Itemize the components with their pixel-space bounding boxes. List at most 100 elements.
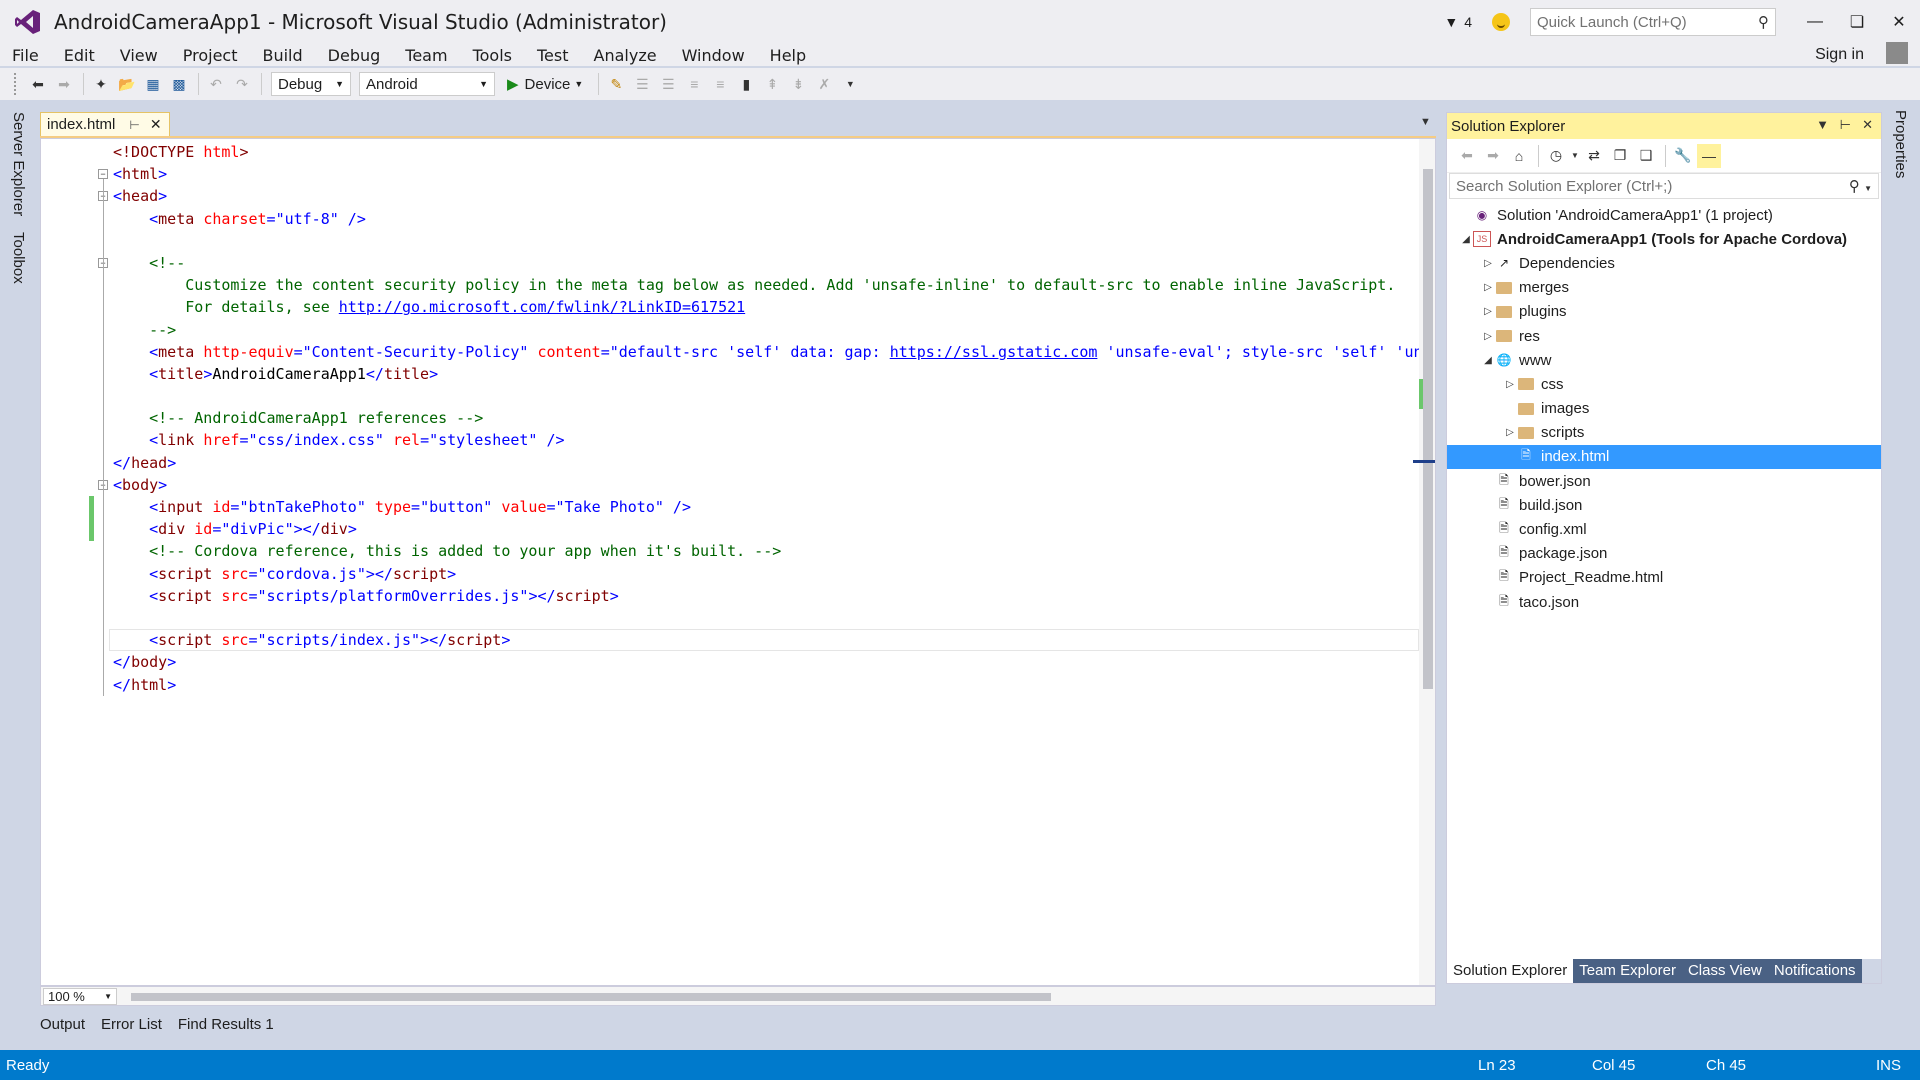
- code-line[interactable]: <!--: [113, 252, 1423, 274]
- collapsed-arrow-icon[interactable]: ▷: [1481, 331, 1495, 342]
- find-in-files-icon[interactable]: ✎: [604, 72, 628, 96]
- navigate-forward-icon[interactable]: ➡: [52, 72, 76, 96]
- close-tab-icon[interactable]: ✕: [150, 116, 162, 133]
- close-icon[interactable]: ✕: [1862, 117, 1873, 133]
- code-link[interactable]: https://ssl.gstatic.com: [890, 343, 1098, 361]
- save-icon[interactable]: ▦: [141, 72, 165, 96]
- code-line[interactable]: <script src="cordova.js"></script>: [113, 563, 1423, 585]
- expanded-arrow-icon[interactable]: ◢: [1459, 234, 1473, 245]
- code-text[interactable]: <!DOCTYPE html> <html> <head> <meta charse…: [113, 141, 1423, 696]
- tab-team-explorer[interactable]: Team Explorer: [1573, 959, 1682, 983]
- close-button[interactable]: ✕: [1878, 0, 1920, 44]
- code-line[interactable]: <div id="divPic"></div>: [113, 518, 1423, 540]
- code-line[interactable]: </html>: [113, 674, 1423, 696]
- previous-bookmark-icon[interactable]: ⇞: [760, 72, 784, 96]
- code-line[interactable]: <meta charset="utf-8" />: [113, 208, 1423, 230]
- code-line[interactable]: <script src="scripts/platformOverrides.j…: [113, 585, 1423, 607]
- tab-overflow-icon[interactable]: ▼: [1420, 116, 1431, 128]
- code-line[interactable]: <script src="scripts/index.js"></script>: [113, 629, 1423, 651]
- code-line[interactable]: <!-- Cordova reference, this is added to…: [113, 540, 1423, 562]
- expanded-arrow-icon[interactable]: ◢: [1481, 355, 1495, 366]
- code-line[interactable]: <link href="css/index.css" rel="styleshe…: [113, 429, 1423, 451]
- indent-icon[interactable]: ≡: [708, 72, 732, 96]
- properties-tab[interactable]: Properties: [1892, 110, 1909, 178]
- forward-icon[interactable]: ➡: [1481, 144, 1505, 168]
- tree-item[interactable]: ◉ Solution 'AndroidCameraApp1' (1 project…: [1447, 203, 1881, 227]
- horizontal-scrollbar-thumb[interactable]: [131, 993, 1051, 1001]
- toolbar-options-icon[interactable]: ▼: [838, 72, 862, 96]
- tree-item[interactable]: 🗎 package.json: [1447, 542, 1881, 566]
- tree-item[interactable]: 🗎 Project_Readme.html: [1447, 566, 1881, 590]
- tab-notifications[interactable]: Notifications: [1767, 959, 1862, 983]
- menu-tools[interactable]: Tools: [461, 46, 525, 65]
- collapsed-arrow-icon[interactable]: ▷: [1503, 379, 1517, 390]
- outdent-icon[interactable]: ≡: [682, 72, 706, 96]
- vertical-scrollbar[interactable]: [1413, 139, 1435, 985]
- code-line[interactable]: [113, 230, 1423, 252]
- clear-bookmarks-icon[interactable]: ✗: [812, 72, 836, 96]
- code-line[interactable]: </head>: [113, 452, 1423, 474]
- menu-project[interactable]: Project: [171, 46, 251, 65]
- uncomment-icon[interactable]: ☰: [656, 72, 680, 96]
- code-line[interactable]: Customize the content security policy in…: [113, 274, 1423, 296]
- menu-analyze[interactable]: Analyze: [582, 46, 670, 65]
- menu-build[interactable]: Build: [250, 46, 315, 65]
- window-position-icon[interactable]: ▼: [1816, 117, 1829, 132]
- minimize-button[interactable]: —: [1794, 0, 1836, 44]
- scrollbar-thumb[interactable]: [1423, 169, 1433, 689]
- tree-item[interactable]: ▷ css: [1447, 372, 1881, 396]
- collapsed-arrow-icon[interactable]: ▷: [1481, 258, 1495, 269]
- redo-icon[interactable]: ↷: [230, 72, 254, 96]
- feedback-smiley-icon[interactable]: [1492, 13, 1510, 31]
- menu-view[interactable]: View: [108, 46, 171, 65]
- navigate-back-icon[interactable]: ⬅: [26, 72, 50, 96]
- tree-item[interactable]: 🗎 index.html: [1447, 444, 1881, 470]
- back-icon[interactable]: ⬅: [1455, 144, 1479, 168]
- code-line[interactable]: <body>: [113, 474, 1423, 496]
- next-bookmark-icon[interactable]: ⇟: [786, 72, 810, 96]
- show-all-files-icon[interactable]: ❑: [1634, 144, 1658, 168]
- code-line[interactable]: [113, 607, 1423, 629]
- tree-item[interactable]: images: [1447, 397, 1881, 421]
- code-line[interactable]: For details, see http://go.microsoft.com…: [113, 296, 1423, 318]
- tab-error-list[interactable]: Error List: [101, 1016, 162, 1038]
- menu-test[interactable]: Test: [525, 46, 582, 65]
- preview-selected-items-icon[interactable]: —: [1697, 143, 1721, 168]
- collapsed-arrow-icon[interactable]: ▷: [1503, 427, 1517, 438]
- menu-debug[interactable]: Debug: [316, 46, 394, 65]
- code-line[interactable]: </body>: [113, 651, 1423, 673]
- properties-wrench-icon[interactable]: 🔧: [1671, 144, 1695, 168]
- collapse-all-icon[interactable]: ❐: [1608, 144, 1632, 168]
- collapsed-arrow-icon[interactable]: ▷: [1481, 306, 1495, 317]
- code-editor[interactable]: −−−− <!DOCTYPE html><html><head> <meta c…: [40, 138, 1436, 986]
- notifications-button[interactable]: ▼ 4: [1444, 14, 1472, 30]
- toolbox-tab[interactable]: Toolbox: [10, 232, 27, 284]
- tab-output[interactable]: Output: [40, 1016, 85, 1038]
- tree-item[interactable]: 🗎 bower.json: [1447, 469, 1881, 493]
- toolbar-grip[interactable]: [14, 73, 18, 95]
- solution-explorer-search-input[interactable]: Search Solution Explorer (Ctrl+;) ⚲ ▼: [1449, 173, 1879, 199]
- code-line[interactable]: <title>AndroidCameraApp1</title>: [113, 363, 1423, 385]
- start-debugging-icon[interactable]: ▶: [507, 75, 519, 93]
- tree-item[interactable]: ◢ 🌐 www: [1447, 348, 1881, 372]
- collapsed-arrow-icon[interactable]: ▷: [1481, 282, 1495, 293]
- pin-icon[interactable]: ⊢: [129, 118, 139, 132]
- code-line[interactable]: <!-- AndroidCameraApp1 references -->: [113, 407, 1423, 429]
- new-project-icon[interactable]: ✦: [89, 72, 113, 96]
- tree-item[interactable]: ▷ plugins: [1447, 300, 1881, 324]
- menu-team[interactable]: Team: [393, 46, 460, 65]
- menu-edit[interactable]: Edit: [52, 46, 108, 65]
- menu-file[interactable]: File: [0, 46, 52, 65]
- tree-item[interactable]: ▷ scripts: [1447, 421, 1881, 445]
- run-target-button[interactable]: Device: [525, 76, 571, 93]
- tree-item[interactable]: ▷ res: [1447, 324, 1881, 348]
- undo-icon[interactable]: ↶: [204, 72, 228, 96]
- pending-changes-filter-icon[interactable]: ◷: [1544, 144, 1568, 168]
- menu-window[interactable]: Window: [670, 46, 758, 65]
- code-line[interactable]: <head>: [113, 185, 1423, 207]
- server-explorer-tab[interactable]: Server Explorer: [10, 112, 27, 216]
- home-icon[interactable]: ⌂: [1507, 144, 1531, 168]
- save-all-icon[interactable]: ▩: [167, 72, 191, 96]
- sign-in-link[interactable]: Sign in: [1815, 46, 1864, 64]
- quick-launch-input[interactable]: Quick Launch (Ctrl+Q) ⚲: [1530, 8, 1776, 36]
